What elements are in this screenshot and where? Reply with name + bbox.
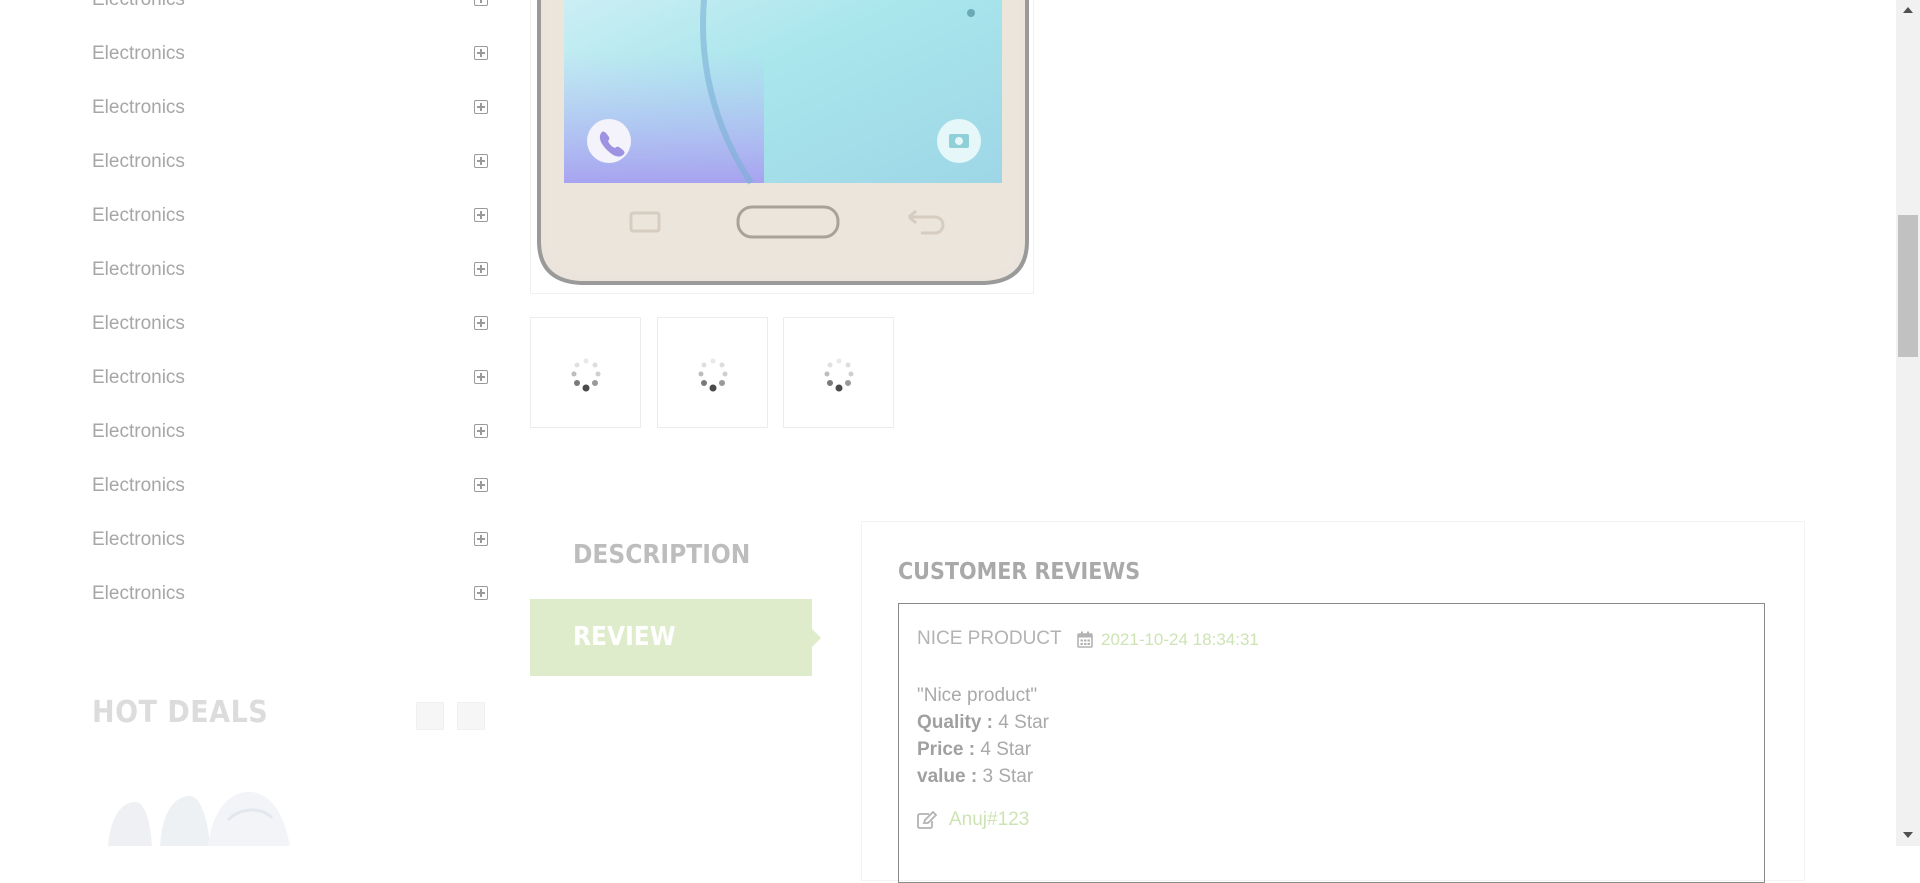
category-sidebar: Electronics Electronics Electronics Elec… [92,0,492,621]
hot-deal-product-image[interactable] [100,790,300,846]
sidebar-category-item[interactable]: Electronics [92,405,492,459]
quality-label: Quality : [917,712,994,733]
review-quality: Quality : 4 Star [917,709,1049,736]
review-value: value : 3 Star [917,763,1049,790]
category-label: Electronics [92,313,185,334]
review-item: NICE PRODUCT 2021-10-24 18:34:31 "Nice p… [898,603,1765,883]
page-scrollbar[interactable] [1896,0,1920,846]
calendar-icon [1077,631,1093,648]
product-main-image[interactable] [530,0,1034,294]
review-date: 2021-10-24 18:34:31 [1101,630,1259,649]
review-heading: NICE PRODUCT [917,628,1062,649]
tab-review[interactable]: REVIEW [530,599,821,676]
category-label: Electronics [92,259,185,280]
review-body: "Nice product" Quality : 4 Star Price : … [917,682,1049,790]
loading-spinner-icon [824,358,854,392]
scrollbar-thumb[interactable] [1898,215,1918,357]
sidebar-category-item[interactable]: Electronics [92,243,492,297]
sidebar-category-item[interactable]: Electronics [92,513,492,567]
sidebar-category-item[interactable]: Electronics [92,459,492,513]
plus-square-icon[interactable] [474,478,488,492]
plus-square-icon[interactable] [474,370,488,384]
plus-square-icon[interactable] [474,208,488,222]
category-label: Electronics [92,421,185,442]
hot-deals-next-button[interactable] [457,702,485,730]
category-label: Electronics [92,43,185,64]
sidebar-category-item[interactable]: Electronics [92,0,492,27]
review-price: Price : 4 Star [917,736,1049,763]
plus-square-icon[interactable] [474,262,488,276]
smartphone-image [537,0,1029,285]
category-label: Electronics [92,97,185,118]
category-label: Electronics [92,529,185,550]
plus-square-icon[interactable] [474,100,488,114]
plus-square-icon[interactable] [474,0,488,6]
review-text: "Nice product" [917,685,1038,706]
category-label: Electronics [92,0,185,10]
sidebar-category-item[interactable]: Electronics [92,297,492,351]
plus-square-icon[interactable] [474,586,488,600]
plus-square-icon[interactable] [474,154,488,168]
review-author: Anuj#123 [949,809,1030,830]
product-thumbnail[interactable] [530,317,641,428]
loading-spinner-icon [698,358,728,392]
sidebar-category-item[interactable]: Electronics [92,189,492,243]
plus-square-icon[interactable] [474,316,488,330]
product-thumbnail[interactable] [783,317,894,428]
hot-deals-title: HOT DEALS [92,695,269,730]
value-value: 3 Star [982,766,1034,787]
category-label: Electronics [92,367,185,388]
scroll-up-arrow-icon[interactable] [1903,7,1913,13]
plus-square-icon[interactable] [474,532,488,546]
value-label: value : [917,766,978,787]
product-thumbnail[interactable] [657,317,768,428]
plus-square-icon[interactable] [474,424,488,438]
tab-description[interactable]: DESCRIPTION [573,540,750,570]
sidebar-category-item[interactable]: Electronics [92,567,492,621]
category-label: Electronics [92,475,185,496]
price-label: Price : [917,739,976,760]
scroll-down-arrow-icon[interactable] [1903,832,1913,838]
plus-square-icon[interactable] [474,46,488,60]
sidebar-category-item[interactable]: Electronics [92,81,492,135]
sidebar-category-item[interactable]: Electronics [92,27,492,81]
category-label: Electronics [92,583,185,604]
reviews-title: CUSTOMER REVIEWS [898,559,1141,585]
loading-spinner-icon [571,358,601,392]
hot-deals-prev-button[interactable] [416,702,444,730]
category-label: Electronics [92,151,185,172]
sidebar-category-item[interactable]: Electronics [92,135,492,189]
sidebar-category-item[interactable]: Electronics [92,351,492,405]
price-value: 4 Star [980,739,1032,760]
edit-icon [917,811,937,829]
category-label: Electronics [92,205,185,226]
quality-value: 4 Star [998,712,1049,733]
